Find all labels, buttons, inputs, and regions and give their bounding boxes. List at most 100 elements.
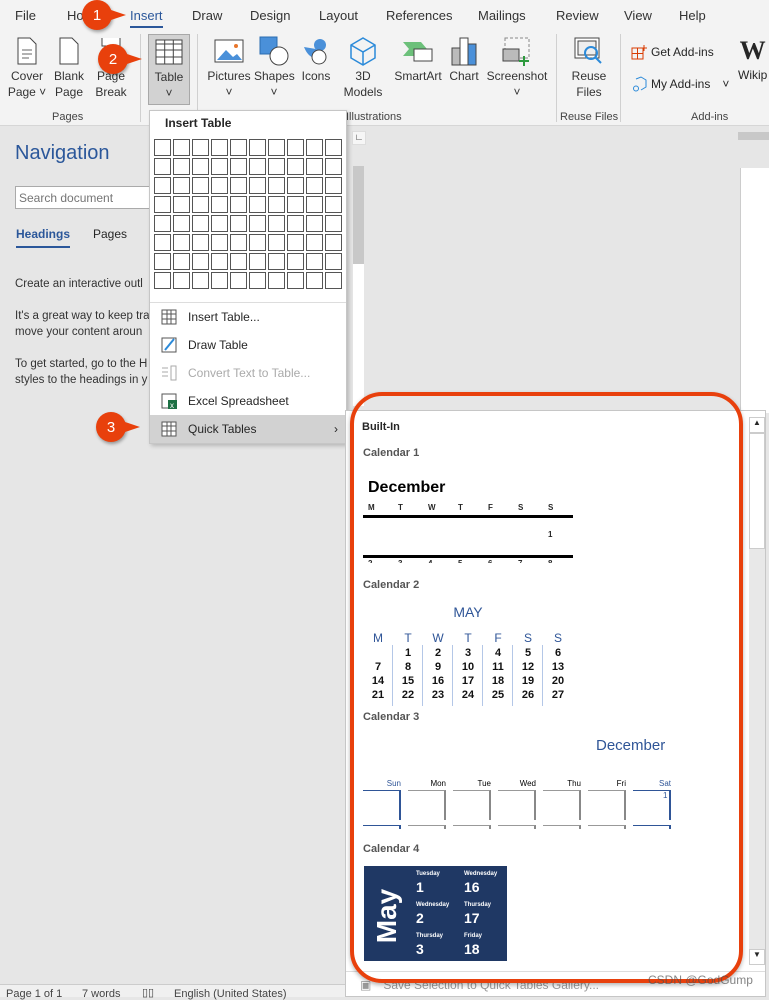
screenshot-button[interactable]: Screenshot ˅ xyxy=(486,34,548,100)
grid-cell[interactable] xyxy=(287,139,304,156)
grid-cell[interactable] xyxy=(287,234,304,251)
table-button[interactable]: Table ˅ xyxy=(148,34,190,105)
grid-cell[interactable] xyxy=(154,234,171,251)
grid-cell[interactable] xyxy=(287,158,304,175)
grid-cell[interactable] xyxy=(249,272,266,289)
chevron-down-icon[interactable]: ˅ xyxy=(722,77,729,91)
tab-mailings[interactable]: Mailings xyxy=(478,8,526,23)
grid-cell[interactable] xyxy=(306,139,323,156)
grid-cell[interactable] xyxy=(192,139,209,156)
grid-cell[interactable] xyxy=(192,158,209,175)
grid-cell[interactable] xyxy=(268,215,285,232)
pictures-button[interactable]: Pictures ˅ xyxy=(205,34,253,100)
grid-cell[interactable] xyxy=(230,215,247,232)
grid-cell[interactable] xyxy=(154,139,171,156)
grid-cell[interactable] xyxy=(306,196,323,213)
grid-cell[interactable] xyxy=(192,177,209,194)
grid-cell[interactable] xyxy=(211,177,228,194)
grid-cell[interactable] xyxy=(192,196,209,213)
cover-page-button[interactable]: Cover Page ˅ xyxy=(6,34,48,100)
grid-cell[interactable] xyxy=(287,253,304,270)
tab-selector[interactable]: ∟ xyxy=(352,131,366,145)
grid-cell[interactable] xyxy=(230,139,247,156)
chart-button[interactable]: Chart xyxy=(448,34,480,84)
grid-cell[interactable] xyxy=(154,158,171,175)
grid-cell[interactable] xyxy=(192,272,209,289)
my-addins-button[interactable]: My Add-ins ˅ xyxy=(631,76,729,92)
blank-page-button[interactable]: Blank Page xyxy=(52,34,86,100)
grid-cell[interactable] xyxy=(268,177,285,194)
grid-cell[interactable] xyxy=(154,177,171,194)
grid-cell[interactable] xyxy=(325,139,342,156)
menu-item-quick-tables[interactable]: Quick Tables › xyxy=(150,415,346,443)
grid-cell[interactable] xyxy=(173,196,190,213)
smartart-button[interactable]: SmartArt xyxy=(392,34,444,84)
shapes-button[interactable]: Shapes ˅ xyxy=(254,34,295,100)
tab-file[interactable]: File xyxy=(15,8,36,23)
grid-cell[interactable] xyxy=(249,253,266,270)
icons-button[interactable]: Icons xyxy=(298,34,334,84)
grid-cell[interactable] xyxy=(268,272,285,289)
grid-cell[interactable] xyxy=(211,158,228,175)
grid-cell[interactable] xyxy=(268,234,285,251)
grid-cell[interactable] xyxy=(211,215,228,232)
grid-cell[interactable] xyxy=(211,253,228,270)
grid-cell[interactable] xyxy=(325,253,342,270)
grid-cell[interactable] xyxy=(287,177,304,194)
grid-cell[interactable] xyxy=(192,253,209,270)
grid-cell[interactable] xyxy=(211,139,228,156)
tab-view[interactable]: View xyxy=(624,8,652,23)
grid-cell[interactable] xyxy=(230,253,247,270)
scroll-up-icon[interactable]: ▲ xyxy=(749,417,765,433)
grid-cell[interactable] xyxy=(249,234,266,251)
3d-models-button[interactable]: 3D Models xyxy=(338,34,388,100)
grid-cell[interactable] xyxy=(268,139,285,156)
grid-cell[interactable] xyxy=(154,272,171,289)
grid-cell[interactable] xyxy=(173,253,190,270)
grid-cell[interactable] xyxy=(173,139,190,156)
tab-design[interactable]: Design xyxy=(250,8,290,23)
grid-cell[interactable] xyxy=(325,215,342,232)
grid-cell[interactable] xyxy=(230,158,247,175)
grid-cell[interactable] xyxy=(268,158,285,175)
grid-cell[interactable] xyxy=(325,177,342,194)
menu-item-excel-spreadsheet[interactable]: x Excel Spreadsheet xyxy=(150,387,346,415)
tab-insert[interactable]: Insert xyxy=(130,8,163,28)
grid-cell[interactable] xyxy=(306,253,323,270)
document-page[interactable] xyxy=(740,168,769,413)
tab-references[interactable]: References xyxy=(386,8,452,23)
menu-item-convert-text[interactable]: Convert Text to Table... xyxy=(150,359,346,387)
grid-cell[interactable] xyxy=(249,139,266,156)
grid-cell[interactable] xyxy=(173,272,190,289)
grid-cell[interactable] xyxy=(173,177,190,194)
table-size-grid[interactable] xyxy=(154,139,342,289)
status-language[interactable]: English (United States) xyxy=(174,988,287,1000)
grid-cell[interactable] xyxy=(211,196,228,213)
grid-cell[interactable] xyxy=(230,196,247,213)
grid-cell[interactable] xyxy=(211,272,228,289)
grid-cell[interactable] xyxy=(192,215,209,232)
grid-cell[interactable] xyxy=(211,234,228,251)
grid-cell[interactable] xyxy=(249,177,266,194)
grid-cell[interactable] xyxy=(325,234,342,251)
gallery-scrollbar[interactable]: ▲ ▼ xyxy=(749,417,765,965)
reuse-files-button[interactable]: Reuse Files xyxy=(568,34,610,100)
grid-cell[interactable] xyxy=(287,215,304,232)
grid-cell[interactable] xyxy=(268,196,285,213)
grid-cell[interactable] xyxy=(268,253,285,270)
grid-cell[interactable] xyxy=(173,215,190,232)
get-addins-button[interactable]: Get Add-ins xyxy=(631,44,714,60)
grid-cell[interactable] xyxy=(230,272,247,289)
scroll-down-icon[interactable]: ▼ xyxy=(749,949,765,965)
grid-cell[interactable] xyxy=(287,272,304,289)
tab-review[interactable]: Review xyxy=(556,8,599,23)
grid-cell[interactable] xyxy=(154,253,171,270)
grid-cell[interactable] xyxy=(306,158,323,175)
status-page[interactable]: Page 1 of 1 xyxy=(6,988,62,1000)
grid-cell[interactable] xyxy=(249,196,266,213)
grid-cell[interactable] xyxy=(230,234,247,251)
scrollbar-thumb[interactable] xyxy=(749,433,765,549)
grid-cell[interactable] xyxy=(325,196,342,213)
search-document-input[interactable] xyxy=(15,186,165,209)
grid-cell[interactable] xyxy=(249,215,266,232)
